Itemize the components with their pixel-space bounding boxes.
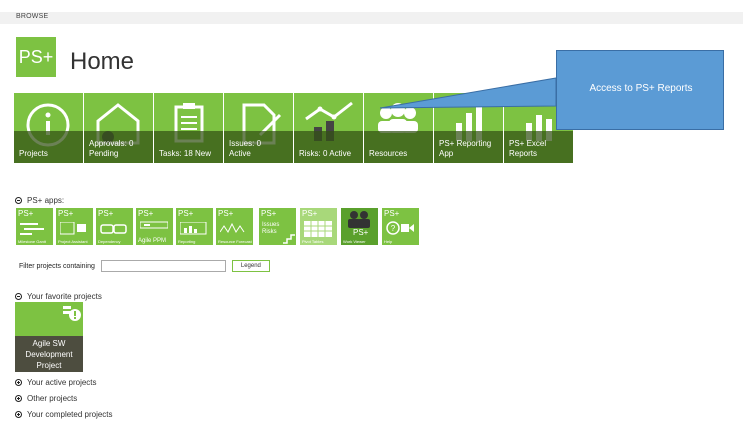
app-name: Help bbox=[384, 239, 393, 244]
completed-section-label: Your completed projects bbox=[27, 410, 113, 419]
app-name: Project Assistant bbox=[58, 239, 88, 244]
table-icon bbox=[304, 221, 332, 237]
tile-label: PS+ Reporting App bbox=[434, 131, 503, 163]
app-name: Agile PPM bbox=[138, 238, 167, 244]
app-name: Dependency bbox=[98, 239, 121, 244]
forecast-icon bbox=[220, 222, 245, 233]
agile-icon bbox=[140, 221, 168, 229]
app-ps-label: PS+ bbox=[261, 209, 277, 218]
app-name: Resource Forecast bbox=[218, 239, 252, 244]
app-ps-label: PS+ bbox=[58, 209, 74, 218]
filter-input[interactable] bbox=[100, 260, 226, 272]
app-resource-forecast[interactable]: PS+ Resource Forecast bbox=[216, 208, 253, 245]
collapse-icon[interactable] bbox=[15, 293, 22, 300]
app-ps-label: PS+ bbox=[98, 209, 114, 218]
app-ps-label: PS+ bbox=[384, 209, 400, 218]
favorites-section-toggle[interactable]: Your favorite projects bbox=[15, 292, 102, 301]
callout-text: Access to PS+ Reports bbox=[589, 83, 693, 94]
apps-section-label: PS+ apps: bbox=[27, 196, 65, 205]
browse-tab[interactable]: BROWSE bbox=[16, 13, 48, 20]
app-dependency[interactable]: PS+ Dependency bbox=[96, 208, 133, 245]
tile-label: Approvals: 0 Pending bbox=[84, 131, 153, 163]
app-help[interactable]: PS+ ? Help bbox=[382, 208, 419, 245]
app-pivot-tables[interactable]: PS+ Pivot Tables bbox=[300, 208, 337, 245]
tile-risks[interactable]: Risks: 0 Active bbox=[294, 93, 363, 163]
page-title: Home bbox=[70, 48, 135, 75]
link-icon bbox=[100, 224, 127, 234]
app-name: Work Viewer bbox=[343, 239, 366, 244]
stairs-icon bbox=[283, 234, 295, 244]
tile-label: Issues: 0 Active bbox=[224, 131, 293, 163]
filter-row: Filter projects containing Legend bbox=[19, 260, 270, 272]
collapse-icon[interactable] bbox=[15, 197, 22, 204]
browse-bar[interactable]: BROWSE bbox=[0, 12, 743, 24]
expand-icon[interactable] bbox=[15, 395, 22, 402]
gantt-icon bbox=[20, 223, 44, 235]
app-ps-label: PS+ bbox=[302, 209, 318, 218]
app-name: Reporting bbox=[178, 239, 196, 244]
help-video-icon: ? bbox=[386, 221, 414, 235]
favorite-project-label: Agile SW Development Project bbox=[15, 336, 83, 372]
app-name: Milestone Gantt bbox=[18, 239, 47, 244]
tile-label: Projects bbox=[14, 131, 83, 163]
tile-label: Risks: 0 Active bbox=[294, 131, 363, 163]
project-alert-icon bbox=[63, 306, 81, 321]
tile-label: PS+ Excel Reports bbox=[504, 131, 573, 163]
expand-icon[interactable] bbox=[15, 379, 22, 386]
active-section-toggle[interactable]: Your active projects bbox=[15, 378, 97, 387]
app-ps-label: PS+ bbox=[178, 209, 194, 218]
expand-icon[interactable] bbox=[15, 411, 22, 418]
report-icon bbox=[180, 222, 207, 235]
app-work-viewer[interactable]: PS+ Work Viewer bbox=[341, 208, 378, 245]
tile-approvals[interactable]: Approvals: 0 Pending bbox=[84, 93, 153, 163]
other-section-toggle[interactable]: Other projects bbox=[15, 394, 77, 403]
tile-issues[interactable]: Issues: 0 Active bbox=[224, 93, 293, 163]
app-reporting[interactable]: PS+ Reporting bbox=[176, 208, 213, 245]
active-section-label: Your active projects bbox=[27, 378, 97, 387]
grid-icon bbox=[60, 222, 86, 235]
svg-text:?: ? bbox=[391, 224, 396, 233]
tile-projects[interactable]: Projects bbox=[14, 93, 83, 163]
app-agile-ppm[interactable]: PS+ Agile PPM bbox=[136, 208, 173, 245]
app-ps-label: PS+ bbox=[353, 228, 369, 237]
favorite-project-tile[interactable]: Agile SW Development Project bbox=[15, 302, 83, 372]
callout-box: Access to PS+ Reports bbox=[556, 50, 724, 130]
tile-label: Resources bbox=[364, 131, 433, 163]
apps-section-toggle[interactable]: PS+ apps: bbox=[15, 196, 64, 205]
app-milestone-gantt[interactable]: PS+ Milestone Gantt bbox=[16, 208, 53, 245]
app-name: Pivot Tables bbox=[302, 239, 324, 244]
app-issues-risks[interactable]: PS+ Issues Risks bbox=[259, 208, 296, 245]
app-project-assistant[interactable]: PS+ Project Assistant bbox=[56, 208, 93, 245]
completed-section-toggle[interactable]: Your completed projects bbox=[15, 410, 113, 419]
app-ps-label: PS+ bbox=[18, 209, 34, 218]
callout-pointer bbox=[380, 77, 557, 109]
ps-logo: PS+ bbox=[16, 37, 56, 77]
filter-label: Filter projects containing bbox=[19, 262, 95, 270]
people-icon bbox=[348, 211, 370, 228]
tile-label: Tasks: 18 New bbox=[154, 131, 223, 163]
other-section-label: Other projects bbox=[27, 394, 78, 403]
favorites-section-label: Your favorite projects bbox=[27, 292, 102, 301]
app-ps-label: PS+ bbox=[218, 209, 234, 218]
app-ps-label: PS+ bbox=[138, 209, 154, 218]
legend-button[interactable]: Legend bbox=[231, 260, 270, 272]
tile-tasks[interactable]: Tasks: 18 New bbox=[154, 93, 223, 163]
app-name: Issues Risks bbox=[262, 222, 280, 235]
